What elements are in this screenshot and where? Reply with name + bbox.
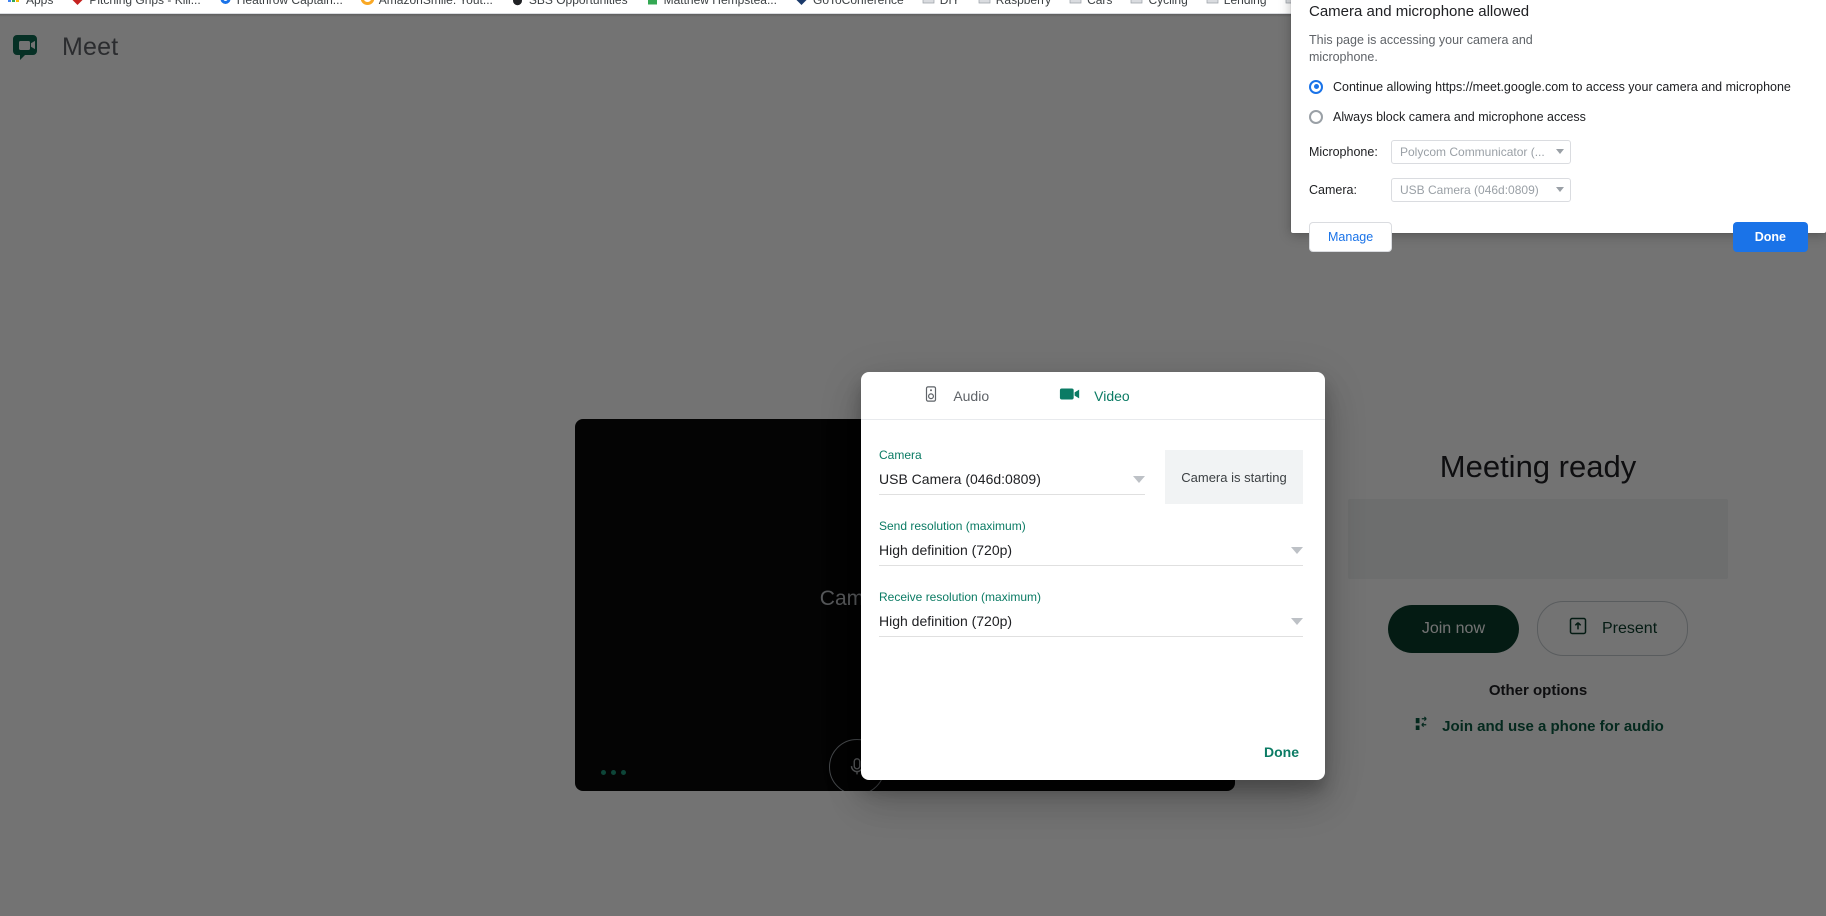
folder-icon bbox=[922, 0, 935, 6]
bookmark-folder-cars[interactable]: Cars bbox=[1069, 0, 1112, 7]
video-settings-dialog: Audio Video Camera USB Camera (046d:0809… bbox=[861, 372, 1325, 780]
bookmark-label: Cars bbox=[1087, 0, 1112, 7]
camera-select-value: USB Camera (046d:0809) bbox=[1400, 182, 1539, 197]
camera-select-label: Camera bbox=[879, 448, 922, 462]
tab-audio[interactable]: Audio bbox=[922, 372, 989, 419]
bookmark-sbs-opportunities[interactable]: SBS Opportunities bbox=[511, 0, 628, 7]
browser-window: Meet Camera is starting Meeting ready Jo… bbox=[0, 0, 1826, 916]
camera-label: Camera: bbox=[1309, 182, 1357, 197]
chevron-down-icon bbox=[1556, 149, 1564, 154]
settings-done-button[interactable]: Done bbox=[1260, 740, 1303, 764]
permission-option-block-label: Always block camera and microphone acces… bbox=[1333, 109, 1586, 124]
red-shield-icon bbox=[71, 0, 84, 6]
video-settings-body: Camera USB Camera (046d:0809) Camera is … bbox=[861, 420, 1325, 637]
green-doc-icon bbox=[646, 0, 659, 6]
camera-preview-status: Camera is starting bbox=[1181, 469, 1287, 485]
receive-resolution-value: High definition (720p) bbox=[879, 613, 1013, 629]
bookmark-folder-raspberry[interactable]: Raspberry bbox=[978, 0, 1051, 7]
bookmark-label: Matthew Hempstea... bbox=[664, 0, 777, 7]
apps-grid-icon bbox=[8, 0, 21, 6]
permission-title: Camera and microphone allowed bbox=[1309, 3, 1530, 20]
microphone-select[interactable]: Polycom Communicator (... bbox=[1391, 139, 1571, 164]
radio-allow-icon[interactable] bbox=[1309, 79, 1323, 94]
bookmark-label: Apps bbox=[26, 0, 53, 7]
navy-shield-icon bbox=[795, 0, 808, 6]
tab-video[interactable]: Video bbox=[1059, 372, 1130, 419]
bookmark-label: GoToConference bbox=[813, 0, 904, 7]
blue-circle-icon bbox=[219, 0, 232, 6]
bookmark-amazonsmile[interactable]: AmazonSmile: Yout... bbox=[360, 0, 493, 7]
camera-row: Camera: USB Camera (046d:0809) bbox=[1309, 177, 1808, 202]
camera-preview-box: Camera is starting bbox=[1165, 450, 1303, 504]
permission-option-allow-label: Continue allowing https://meet.google.co… bbox=[1333, 79, 1791, 94]
videocam-icon bbox=[1059, 385, 1081, 406]
microphone-row: Microphone: Polycom Communicator (... bbox=[1309, 139, 1808, 164]
folder-icon bbox=[978, 0, 991, 6]
orange-smile-icon bbox=[360, 0, 374, 6]
send-resolution-select[interactable]: Send resolution (maximum) High definitio… bbox=[879, 519, 1303, 566]
manage-button[interactable]: Manage bbox=[1309, 221, 1393, 252]
permission-option-block[interactable]: Always block camera and microphone acces… bbox=[1309, 109, 1808, 126]
folder-icon bbox=[1069, 0, 1082, 6]
permission-description: This page is accessing your camera and m… bbox=[1309, 33, 1533, 64]
folder-icon bbox=[1130, 0, 1143, 6]
folder-icon bbox=[1206, 0, 1219, 6]
bookmark-label: Cycling bbox=[1148, 0, 1187, 7]
receive-resolution-label: Receive resolution (maximum) bbox=[879, 590, 1042, 604]
send-resolution-label: Send resolution (maximum) bbox=[879, 519, 1026, 533]
send-resolution-value: High definition (720p) bbox=[879, 542, 1013, 558]
radio-block-icon[interactable] bbox=[1309, 109, 1323, 124]
chevron-down-icon bbox=[1556, 187, 1564, 192]
receive-resolution-select[interactable]: Receive resolution (maximum) High defini… bbox=[879, 590, 1303, 637]
black-drop-icon bbox=[511, 0, 524, 6]
microphone-label: Microphone: bbox=[1309, 144, 1378, 159]
bookmark-heathrow-captain[interactable]: Heathrow Captain... bbox=[219, 0, 343, 7]
camera-mic-permission-popup: Camera and microphone allowed This page … bbox=[1291, 0, 1826, 252]
camera-select[interactable]: Camera USB Camera (046d:0809) bbox=[879, 448, 1145, 495]
bookmark-folder-diy[interactable]: DIY bbox=[922, 0, 960, 7]
tab-audio-label: Audio bbox=[953, 387, 990, 404]
tab-video-label: Video bbox=[1094, 387, 1130, 404]
bookmark-label: DIY bbox=[940, 0, 960, 7]
bookmark-label: Lending bbox=[1224, 0, 1267, 7]
bookmark-label: AmazonSmile: Yout... bbox=[379, 0, 493, 7]
settings-tablist: Audio Video bbox=[861, 372, 1325, 420]
bookmark-pitching-grips[interactable]: Pitching Grips - Kill... bbox=[71, 0, 201, 7]
camera-select-value: USB Camera (046d:0809) bbox=[879, 471, 1041, 487]
chevron-down-icon bbox=[1133, 475, 1145, 483]
permission-done-button[interactable]: Done bbox=[1732, 221, 1808, 252]
camera-select-popup[interactable]: USB Camera (046d:0809) bbox=[1391, 177, 1571, 202]
bookmark-label: Pitching Grips - Kill... bbox=[89, 0, 200, 7]
bookmark-label: SBS Opportunities bbox=[529, 0, 628, 7]
speaker-icon bbox=[922, 385, 940, 406]
chevron-down-icon bbox=[1291, 617, 1303, 625]
bookmark-folder-lending[interactable]: Lending bbox=[1206, 0, 1267, 7]
bookmark-label: Heathrow Captain... bbox=[237, 0, 343, 7]
bookmark-apps[interactable]: Apps bbox=[8, 0, 53, 7]
chevron-down-icon bbox=[1291, 546, 1303, 554]
bookmark-matthew-hempstead[interactable]: Matthew Hempstea... bbox=[646, 0, 777, 7]
permission-actions: Manage Done bbox=[1309, 221, 1808, 252]
bookmark-folder-cycling[interactable]: Cycling bbox=[1130, 0, 1188, 7]
bookmark-label: Raspberry bbox=[996, 0, 1051, 7]
microphone-select-value: Polycom Communicator (... bbox=[1400, 144, 1545, 159]
bookmark-gotoconference[interactable]: GoToConference bbox=[795, 0, 904, 7]
permission-option-allow[interactable]: Continue allowing https://meet.google.co… bbox=[1309, 79, 1808, 96]
